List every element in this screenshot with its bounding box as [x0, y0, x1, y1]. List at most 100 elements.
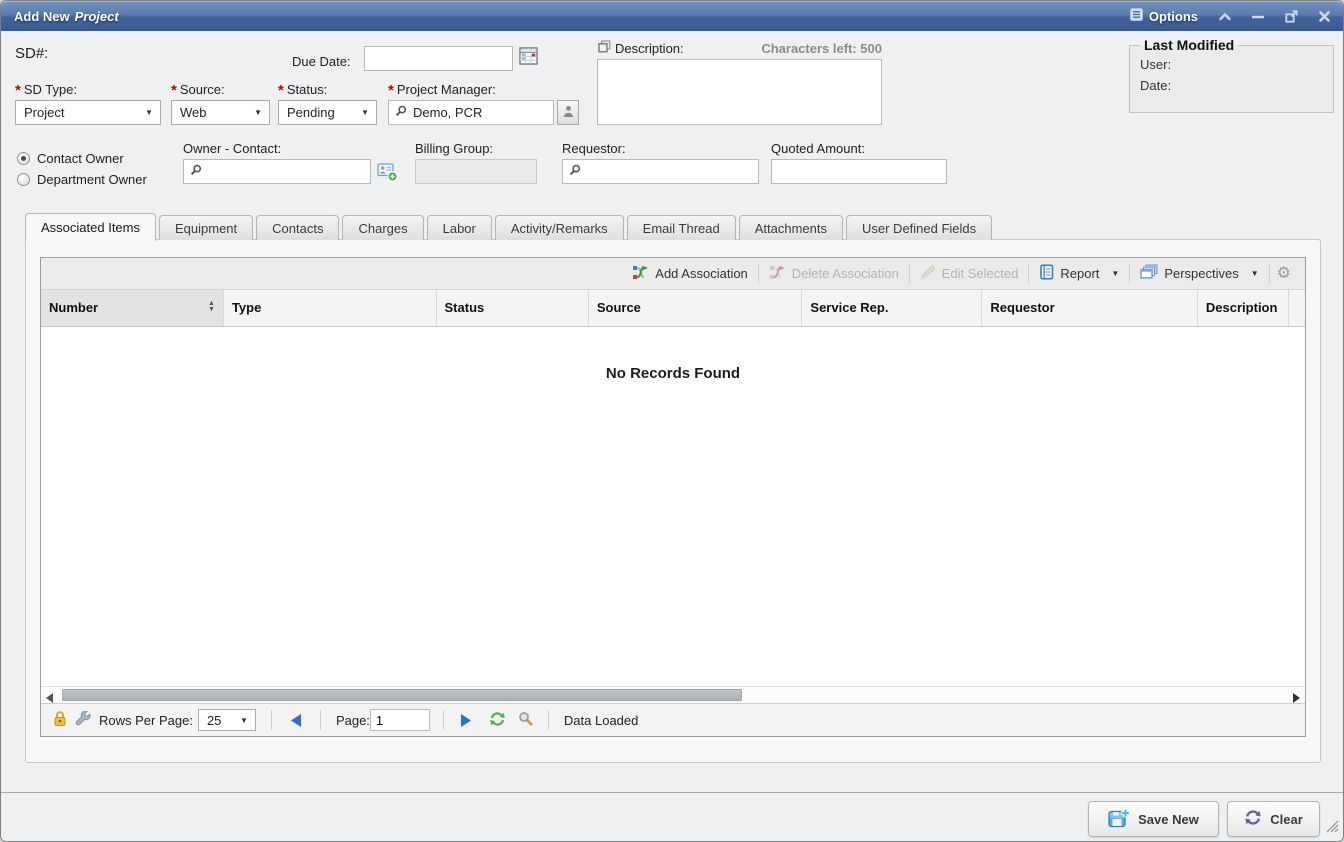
source-select[interactable]: Web▼	[171, 100, 270, 125]
column-header-description[interactable]: Description	[1198, 290, 1289, 326]
chevron-down-icon: ▼	[361, 108, 369, 117]
pager-separator	[271, 710, 272, 730]
next-page-icon[interactable]	[457, 714, 475, 727]
close-icon[interactable]	[1319, 11, 1330, 22]
required-marker: *	[278, 82, 284, 99]
calendar-icon[interactable]	[519, 46, 538, 68]
column-header-source[interactable]: Source	[589, 290, 803, 326]
report-menu-button[interactable]: Report ▼	[1030, 264, 1128, 283]
tab-attachments[interactable]: Attachments	[739, 215, 843, 240]
clear-button[interactable]: Clear	[1227, 801, 1320, 837]
last-modified-panel: Last Modified User: Date:	[1129, 37, 1334, 113]
due-date-input[interactable]	[364, 46, 513, 71]
minimize-icon[interactable]	[1252, 10, 1264, 22]
due-date-label: Due Date:	[292, 54, 351, 69]
edit-selected-button[interactable]: Edit Selected	[911, 264, 1028, 283]
pager-status-text: Data Loaded	[564, 713, 638, 728]
page-input[interactable]	[370, 709, 430, 731]
requestor-input[interactable]	[562, 159, 759, 184]
scrollbar-thumb[interactable]	[62, 689, 742, 701]
search-grid-icon[interactable]	[518, 711, 533, 729]
tab-email-thread[interactable]: Email Thread	[627, 215, 736, 240]
perspectives-menu-button[interactable]: Perspectives ▼	[1131, 264, 1267, 283]
quoted-amount-label: Quoted Amount:	[771, 141, 865, 156]
requestor-label: Requestor:	[562, 141, 626, 156]
tab-charges[interactable]: Charges	[342, 215, 423, 240]
status-label: *Status:	[278, 82, 327, 97]
popout-icon[interactable]	[1285, 10, 1298, 23]
search-icon	[395, 105, 407, 120]
tab-user-defined-fields[interactable]: User Defined Fields	[846, 215, 992, 240]
description-popout-icon[interactable]	[598, 40, 611, 56]
rows-per-page-select[interactable]: 25▼	[198, 709, 256, 731]
project-manager-label: *Project Manager:	[388, 82, 496, 97]
owner-contact-label: Owner - Contact:	[183, 141, 281, 156]
form-area: SD#: Due Date: Description: Characters l…	[1, 31, 1343, 213]
status-select[interactable]: Pending▼	[278, 100, 377, 125]
options-label: Options	[1149, 9, 1198, 24]
required-marker: *	[388, 82, 394, 99]
delete-association-button[interactable]: Delete Association	[760, 264, 908, 284]
chevron-down-icon: ▼	[145, 108, 153, 117]
tab-labor[interactable]: Labor	[427, 215, 492, 240]
select-user-button[interactable]	[557, 100, 579, 125]
grid-settings-gear-icon[interactable]: ⚙	[1271, 266, 1297, 282]
delete-association-icon	[769, 264, 786, 284]
window-title: Add NewProject	[14, 9, 119, 24]
options-button[interactable]: Options	[1130, 8, 1198, 24]
department-owner-radio[interactable]: Department Owner	[17, 172, 147, 187]
titlebar[interactable]: Add NewProject Options	[1, 1, 1343, 31]
sd-type-select[interactable]: Project▼	[15, 100, 161, 125]
search-icon	[190, 164, 202, 179]
column-header-requestor[interactable]: Requestor	[982, 290, 1198, 326]
rows-per-page-label: Rows Per Page:	[99, 713, 193, 728]
project-manager-input[interactable]: Demo, PCR	[388, 100, 554, 125]
lock-icon[interactable]	[53, 710, 67, 730]
owner-contact-input[interactable]	[183, 159, 371, 184]
column-header-number[interactable]: Number ▲▼	[41, 290, 224, 326]
chevron-down-icon: ▼	[1251, 269, 1259, 278]
person-icon	[563, 105, 574, 121]
column-header-service-rep[interactable]: Service Rep.	[802, 290, 982, 326]
footer-bar: Save New Clear	[1, 792, 1343, 841]
chevron-down-icon: ▼	[254, 108, 262, 117]
refresh-icon[interactable]	[489, 711, 506, 730]
wrench-icon[interactable]	[75, 711, 91, 730]
scroll-right-icon[interactable]	[1293, 690, 1300, 708]
report-icon	[1039, 264, 1054, 283]
sd-type-label: *SD Type:	[15, 82, 77, 97]
grid-pager: Rows Per Page: 25▼ Page:	[41, 703, 1305, 736]
last-modified-user-label: User:	[1140, 57, 1171, 72]
resize-handle[interactable]	[1326, 820, 1339, 838]
add-association-icon	[632, 264, 649, 284]
contact-owner-radio[interactable]: Contact Owner	[17, 151, 124, 166]
description-textarea[interactable]	[597, 59, 882, 125]
toolbar-separator	[909, 264, 910, 284]
previous-page-icon[interactable]	[287, 714, 305, 727]
scroll-left-icon[interactable]	[46, 690, 53, 708]
radio-unselected-icon	[17, 173, 30, 186]
tab-activity-remarks[interactable]: Activity/Remarks	[495, 215, 624, 240]
page-label: Page:	[336, 713, 370, 728]
column-header-type[interactable]: Type	[224, 290, 437, 326]
add-contact-icon[interactable]	[377, 161, 398, 185]
tab-equipment[interactable]: Equipment	[159, 215, 253, 240]
chevron-down-icon: ▼	[1111, 269, 1119, 278]
save-icon	[1108, 808, 1130, 831]
chevron-down-icon: ▼	[240, 716, 248, 725]
tab-contacts[interactable]: Contacts	[256, 215, 339, 240]
add-association-button[interactable]: Add Association	[623, 264, 757, 284]
source-label: *Source:	[171, 82, 225, 97]
quoted-amount-input[interactable]	[771, 159, 947, 184]
associated-items-grid: Add Association Delete Association Edit …	[40, 257, 1306, 737]
collapse-icon[interactable]	[1219, 12, 1231, 21]
save-new-button[interactable]: Save New	[1088, 801, 1219, 837]
pencil-icon	[920, 264, 936, 283]
horizontal-scrollbar[interactable]	[41, 686, 1305, 703]
column-header-status[interactable]: Status	[437, 290, 589, 326]
grid-toolbar: Add Association Delete Association Edit …	[41, 258, 1305, 290]
tab-associated-items[interactable]: Associated Items	[25, 213, 156, 241]
sd-number-label: SD#:	[15, 45, 48, 62]
toolbar-separator	[758, 264, 759, 284]
tab-bar: Associated Items Equipment Contacts Char…	[25, 212, 1319, 240]
